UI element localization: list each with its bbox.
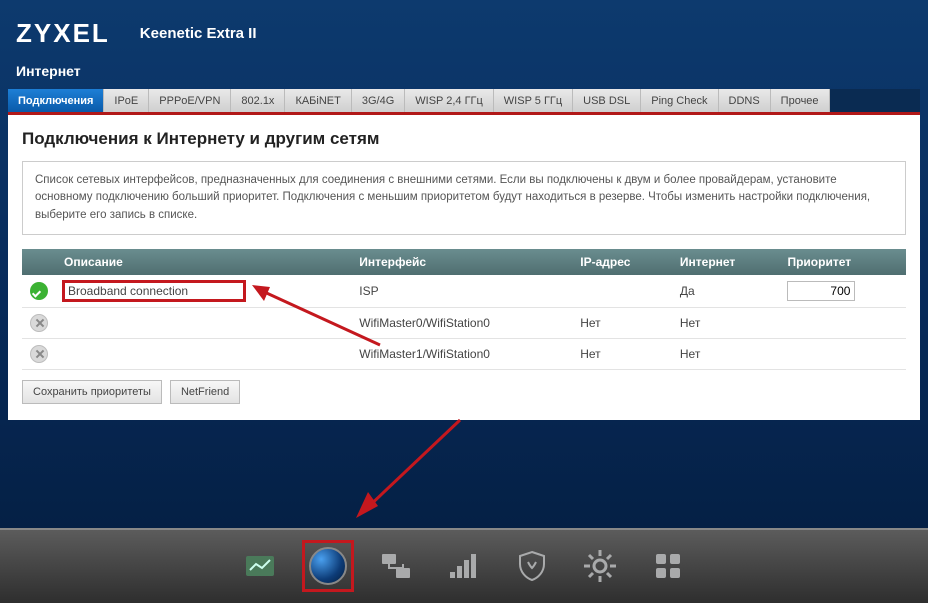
bottom-nav [0, 528, 928, 603]
col-header [22, 249, 56, 275]
col-header: IP-адрес [572, 249, 672, 275]
tab-wisp-2-4-ггц[interactable]: WISP 2,4 ГГц [405, 89, 494, 112]
col-header: Описание [56, 249, 351, 275]
ip-cell: Нет [572, 338, 672, 369]
nav-shield-icon[interactable] [511, 545, 553, 587]
priority-input[interactable] [787, 281, 855, 301]
tab-3g-4g[interactable]: 3G/4G [352, 89, 405, 112]
nav-gear-icon[interactable] [579, 545, 621, 587]
ip-cell [572, 275, 672, 308]
ip-cell: Нет [572, 307, 672, 338]
inet-cell: Да [672, 275, 780, 308]
nav-network-icon[interactable] [375, 545, 417, 587]
connections-table: ОписаниеИнтерфейсIP-адресИнтернетПриорит… [22, 249, 906, 370]
save-priorities-button[interactable]: Сохранить приоритеты [22, 380, 162, 404]
description-cell [56, 307, 351, 338]
info-box: Список сетевых интерфейсов, предназначен… [22, 161, 906, 235]
col-header: Интернет [672, 249, 780, 275]
tab-ddns[interactable]: DDNS [719, 89, 771, 112]
netfriend-button[interactable]: NetFriend [170, 380, 240, 404]
tab-usb-dsl[interactable]: USB DSL [573, 89, 641, 112]
main-panel: Подключения к Интернету и другим сетям С… [8, 115, 920, 420]
tab-wisp-5-ггц[interactable]: WISP 5 ГГц [494, 89, 573, 112]
panel-title: Подключения к Интернету и другим сетям [22, 129, 906, 149]
iface-cell: WifiMaster1/WifiStation0 [351, 338, 572, 369]
nav-globe-icon[interactable] [307, 545, 349, 587]
table-row[interactable]: WifiMaster1/WifiStation0НетНет [22, 338, 906, 369]
tab-802-1x[interactable]: 802.1x [231, 89, 285, 112]
tab-кабinet[interactable]: КАБiNET [285, 89, 351, 112]
inet-cell: Нет [672, 307, 780, 338]
section-title: Интернет [0, 57, 928, 89]
description-cell: Broadband connection [64, 282, 244, 300]
tab-прочее[interactable]: Прочее [771, 89, 830, 112]
logo: ZYXEL [16, 18, 110, 49]
tab-ping-check[interactable]: Ping Check [641, 89, 718, 112]
iface-cell: WifiMaster0/WifiStation0 [351, 307, 572, 338]
description-cell [56, 338, 351, 369]
col-header: Приоритет [779, 249, 906, 275]
status-disabled-icon [30, 345, 48, 363]
tab-bar: ПодключенияIPoEPPPoE/VPN802.1xКАБiNET3G/… [8, 89, 920, 115]
col-header: Интерфейс [351, 249, 572, 275]
status-ok-icon [30, 282, 48, 300]
table-row[interactable]: WifiMaster0/WifiStation0НетНет [22, 307, 906, 338]
model-name: Keenetic Extra II [140, 25, 257, 42]
description-cell: Broadband connection [56, 275, 351, 308]
tab-ipoe[interactable]: IPoE [104, 89, 149, 112]
tab-подключения[interactable]: Подключения [8, 89, 104, 112]
nav-signal-icon[interactable] [443, 545, 485, 587]
nav-dashboard-icon[interactable] [239, 545, 281, 587]
button-row: Сохранить приоритеты NetFriend [22, 380, 906, 404]
status-disabled-icon [30, 314, 48, 332]
tab-pppoe-vpn[interactable]: PPPoE/VPN [149, 89, 231, 112]
iface-cell: ISP [351, 275, 572, 308]
inet-cell: Нет [672, 338, 780, 369]
header: ZYXEL Keenetic Extra II [0, 0, 928, 57]
table-row[interactable]: Broadband connection ISP Да [22, 275, 906, 308]
nav-apps-icon[interactable] [647, 545, 689, 587]
